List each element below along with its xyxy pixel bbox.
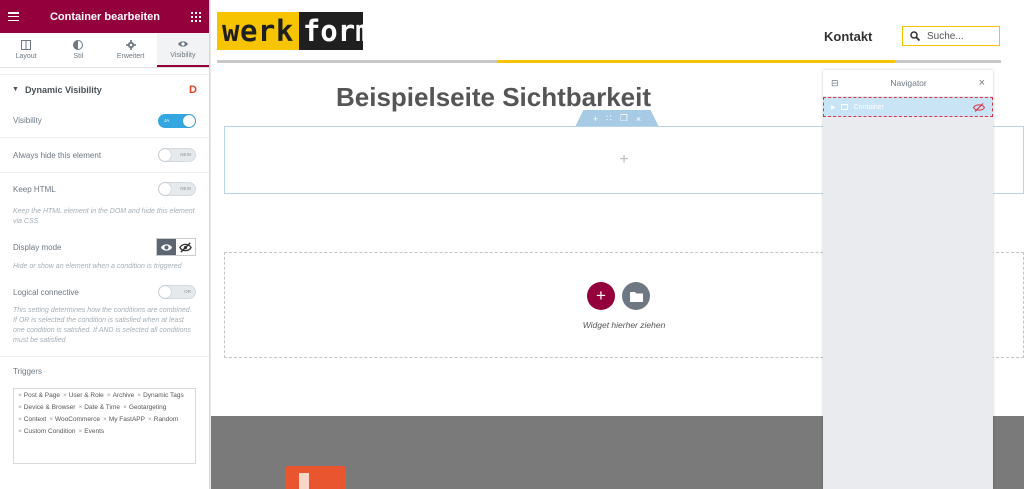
caret-right-icon[interactable]: ▶ — [831, 104, 836, 111]
control-label: Logical connective — [13, 287, 79, 297]
header-divider — [217, 60, 1001, 63]
navigator-title: Navigator — [890, 78, 927, 88]
trigger-chip[interactable]: Post & Page — [18, 392, 60, 399]
control-always-hide: Always hide this element NEIN — [0, 138, 209, 172]
section-title: Dynamic Visibility — [24, 84, 102, 95]
half-circle-icon — [73, 40, 84, 50]
page-title: Beispielseite Sichtbarkeit — [336, 82, 652, 112]
eye-icon — [160, 243, 173, 251]
editor-panel: Container bearbeiten Layout Stil Erweite… — [0, 0, 210, 489]
keep-html-switch[interactable]: NEIN — [158, 182, 196, 196]
duplicate-icon[interactable]: ❐ — [620, 113, 628, 124]
add-section-button[interactable]: + — [587, 282, 615, 310]
hide-mode-button[interactable] — [176, 239, 195, 255]
trigger-chip[interactable]: Date & Time — [78, 404, 120, 411]
menu-icon[interactable] — [8, 12, 19, 21]
trigger-chip[interactable]: Custom Condition — [18, 428, 76, 435]
container-handle[interactable]: + ∷ ❐ × — [575, 110, 659, 127]
tab-advanced[interactable]: Erweitert — [105, 33, 157, 67]
tab-layout[interactable]: Layout — [0, 33, 52, 67]
navigator-item-container[interactable]: ▶ Container — [823, 97, 993, 117]
product-image — [285, 466, 346, 489]
caret-down-icon: ▼ — [12, 86, 19, 93]
close-icon[interactable]: × — [979, 77, 985, 89]
panel-tabs: Layout Stil Erweitert Visibility — [0, 33, 209, 68]
trigger-chip[interactable]: Context — [18, 416, 46, 423]
drag-icon[interactable]: ∷ — [606, 113, 612, 124]
triggers-select[interactable]: Post & Page User & Role Archive Dynamic … — [13, 388, 196, 464]
section-dynamic-visibility[interactable]: ▼ Dynamic Visibility D — [0, 74, 209, 104]
eye-slash-icon — [179, 241, 192, 253]
trigger-chip[interactable]: Events — [78, 428, 104, 435]
tab-label: Visibility — [170, 52, 196, 59]
visibility-switch[interactable]: JA — [158, 113, 196, 128]
panel-title: Container bearbeiten — [49, 10, 161, 23]
tab-visibility[interactable]: Visibility — [156, 33, 209, 67]
control-logical-connective: Logical connective OR — [0, 280, 209, 304]
logical-connective-hint: This setting determines how the conditio… — [13, 307, 192, 344]
tab-label: Erweitert — [116, 53, 145, 60]
tab-label: Stil — [73, 53, 84, 60]
navigator-header: ⊟ Navigator × — [823, 70, 993, 96]
nav-link-kontakt[interactable]: Kontakt — [824, 29, 872, 44]
add-icon[interactable]: + — [593, 114, 598, 124]
trigger-chip[interactable]: Archive — [107, 392, 135, 399]
tab-style[interactable]: Stil — [52, 33, 104, 67]
preview-canvas: werk form Kontakt Suche... Beispielseite… — [211, 0, 1024, 489]
container-icon — [840, 104, 848, 110]
control-display-mode: Display mode — [0, 234, 209, 260]
display-mode-hint: Hide or show an element when a condition… — [13, 263, 182, 270]
trigger-chip[interactable]: Device & Browser — [18, 404, 76, 411]
triggers-label: Triggers — [13, 366, 43, 376]
eye-icon — [177, 41, 188, 47]
template-library-button[interactable] — [622, 282, 650, 310]
control-label: Always hide this element — [13, 150, 102, 160]
add-element-icon[interactable]: + — [619, 151, 628, 169]
display-mode-toggle — [156, 238, 196, 256]
logical-connective-switch[interactable]: OR — [158, 285, 196, 299]
trigger-chip[interactable]: User & Role — [63, 392, 104, 399]
trigger-chip[interactable]: Dynamic Tags — [137, 392, 184, 399]
collapse-all-icon[interactable]: ⊟ — [831, 78, 839, 89]
widgets-grid-icon[interactable] — [191, 11, 201, 22]
control-label: Display mode — [13, 242, 62, 252]
gear-icon — [125, 40, 136, 50]
tab-label: Layout — [15, 53, 37, 60]
keep-html-hint: Keep the HTML element in the DOM and hid… — [13, 208, 195, 225]
control-triggers-label: Triggers — [0, 358, 209, 384]
control-keep-html: Keep HTML NEIN — [0, 173, 209, 205]
navigator-item-label: Container — [853, 103, 884, 111]
trigger-chip[interactable]: Geotargeting — [123, 404, 167, 411]
search-input[interactable]: Suche... — [902, 26, 1000, 46]
folder-icon — [629, 291, 643, 302]
show-mode-button[interactable] — [157, 239, 176, 255]
eye-slash-icon[interactable] — [973, 102, 985, 112]
control-label: Visibility — [13, 116, 42, 125]
trigger-chip[interactable]: WooCommerce — [49, 416, 100, 423]
dynamic-visibility-logo: D — [189, 83, 197, 96]
search-icon — [910, 31, 920, 41]
navigator-panel: ⊟ Navigator × ▶ Container — [823, 70, 993, 489]
search-placeholder: Suche... — [927, 30, 964, 42]
control-label: Keep HTML — [13, 184, 56, 194]
columns-icon — [21, 40, 32, 50]
site-logo[interactable]: werk form — [217, 12, 363, 50]
trigger-chip[interactable]: My FastAPP — [103, 416, 145, 423]
close-icon[interactable]: × — [636, 114, 641, 124]
always-hide-switch[interactable]: NEIN — [158, 148, 196, 162]
trigger-chip[interactable]: Random — [148, 416, 179, 423]
control-visibility: Visibility JA — [0, 104, 209, 137]
panel-header: Container bearbeiten — [0, 0, 209, 33]
